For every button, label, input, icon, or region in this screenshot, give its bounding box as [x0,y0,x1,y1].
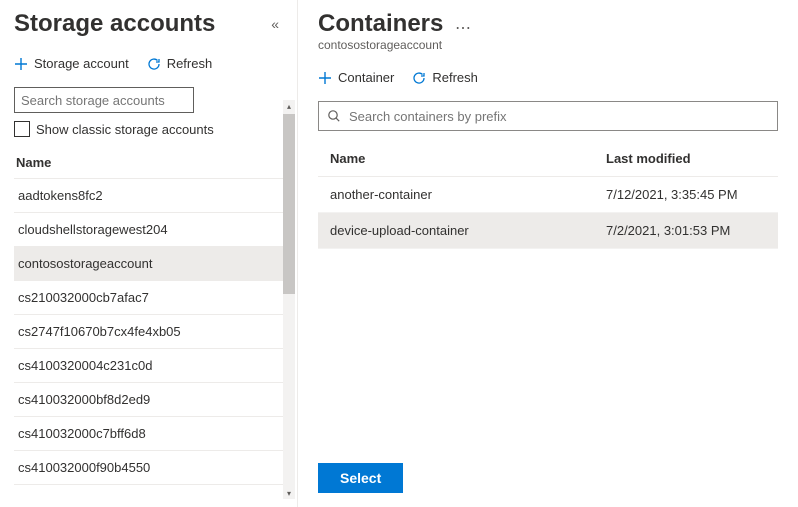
storage-name-column-header[interactable]: Name [14,149,283,179]
storage-account-item[interactable]: cs410032000bf8d2ed9 [14,383,283,417]
add-container-label: Container [338,70,394,85]
storage-toolbar: Storage account Refresh [14,56,283,71]
scrollbar-thumb[interactable] [283,114,295,294]
refresh-storage-button[interactable]: Refresh [147,56,213,71]
storage-account-item[interactable]: cs210032000cb7afac7 [14,281,283,315]
classic-storage-label: Show classic storage accounts [36,122,214,137]
storage-account-item[interactable]: aadtokens8fc2 [14,179,283,213]
storage-accounts-list: aadtokens8fc2cloudshellstoragewest204con… [14,179,283,485]
refresh-icon [147,57,161,71]
storage-account-item[interactable]: cs410032000c7bff6d8 [14,417,283,451]
containers-name-header[interactable]: Name [330,151,606,166]
plus-icon [14,57,28,71]
more-options-icon[interactable]: ⋯ [455,18,471,38]
container-modified-cell: 7/2/2021, 3:01:53 PM [606,223,766,238]
storage-account-item[interactable]: cs410032000f90b4550 [14,451,283,485]
storage-accounts-title: Storage accounts [14,10,283,38]
containers-search-wrap[interactable] [318,101,778,131]
containers-table-body: another-container7/12/2021, 3:35:45 PMde… [318,177,778,249]
refresh-containers-label: Refresh [432,70,478,85]
container-modified-cell: 7/12/2021, 3:35:45 PM [606,187,766,202]
containers-title: Containers [318,10,443,37]
storage-account-item[interactable]: cs2747f10670b7cx4fe4xb05 [14,315,283,349]
refresh-icon [412,71,426,85]
containers-subtitle: contosostorageaccount [318,38,778,52]
container-row[interactable]: another-container7/12/2021, 3:35:45 PM [318,177,778,213]
add-storage-account-button[interactable]: Storage account [14,56,129,71]
storage-scrollbar[interactable]: ▴ ▾ [283,100,295,499]
plus-icon [318,71,332,85]
scroll-down-icon[interactable]: ▾ [283,487,295,499]
scroll-up-icon[interactable]: ▴ [283,100,295,112]
search-icon [327,109,341,123]
container-name-cell: device-upload-container [330,223,606,238]
storage-account-item[interactable]: cloudshellstoragewest204 [14,213,283,247]
container-row[interactable]: device-upload-container7/2/2021, 3:01:53… [318,213,778,249]
container-name-cell: another-container [330,187,606,202]
refresh-storage-label: Refresh [167,56,213,71]
containers-panel: Containers ⋯ contosostorageaccount Conta… [298,0,798,507]
containers-toolbar: Container Refresh [318,70,778,85]
collapse-panel-icon[interactable]: « [271,16,279,32]
add-container-button[interactable]: Container [318,70,394,85]
containers-footer: Select [318,449,778,507]
storage-account-item[interactable]: contosostorageaccount [14,247,283,281]
storage-search-input[interactable] [14,87,194,113]
containers-table-header: Name Last modified [318,141,778,177]
select-button[interactable]: Select [318,463,403,493]
classic-storage-checkbox[interactable] [14,121,30,137]
containers-modified-header[interactable]: Last modified [606,151,766,166]
classic-storage-row[interactable]: Show classic storage accounts [14,121,283,137]
storage-search-row [14,87,283,113]
refresh-containers-button[interactable]: Refresh [412,70,478,85]
containers-table: Name Last modified another-container7/12… [318,141,778,249]
storage-accounts-panel: Storage accounts « Storage account Refre… [0,0,298,507]
containers-search-input[interactable] [349,109,769,124]
containers-header-row: Containers ⋯ [318,10,778,38]
storage-account-item[interactable]: cs4100320004c231c0d [14,349,283,383]
add-storage-label: Storage account [34,56,129,71]
